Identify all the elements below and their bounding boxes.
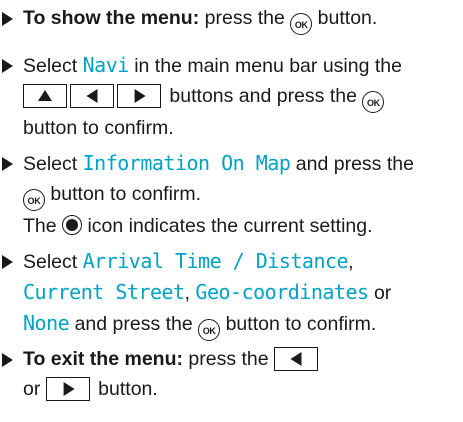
left-arrow-key-icon xyxy=(70,84,114,108)
step-text: Select Information On Map and press the … xyxy=(23,148,460,241)
bullet-icon xyxy=(2,255,13,269)
step-text-part: , xyxy=(348,251,354,273)
step-text-part: or xyxy=(23,378,46,400)
step-heading: To show the menu: xyxy=(23,7,200,29)
step-text-part: Select xyxy=(23,251,83,273)
ok-button-icon: OK xyxy=(290,13,313,35)
step-text-part: Select xyxy=(23,55,83,77)
step-show-menu: To show the menu: press the OK button. xyxy=(0,3,460,35)
menu-item-information-on-map: Information On Map xyxy=(82,151,291,175)
step-text-part: Select xyxy=(23,153,83,175)
option-arrival-time-distance: Arrival Time / Distance xyxy=(82,249,349,273)
step-text: To exit the menu: press the or button. xyxy=(23,344,460,404)
menu-item-navi: Navi xyxy=(82,53,130,77)
step-exit-menu: To exit the menu: press the or button. xyxy=(0,344,460,404)
bullet-icon xyxy=(2,157,13,171)
option-geo-coordinates: Geo-coordinates xyxy=(195,280,369,304)
bullet-icon xyxy=(2,353,13,367)
step-text-part: button to confirm. xyxy=(45,183,202,205)
selected-radio-icon xyxy=(62,215,83,235)
step-text: Select Arrival Time / Distance, Current … xyxy=(23,246,460,341)
step-text-part: press the xyxy=(182,348,275,370)
ok-button-icon: OK xyxy=(362,91,385,113)
bullet-icon xyxy=(2,59,13,73)
step-text-part: icon indicates the current setting. xyxy=(82,215,373,237)
step-heading: To exit the menu: xyxy=(23,348,183,370)
step-text-part: press the xyxy=(199,7,291,29)
step-text-part: and press the xyxy=(290,153,414,175)
instructions-page: To show the menu: press the OK button. S… xyxy=(0,0,463,422)
step-text-part: and press the xyxy=(69,313,199,335)
step-text-part: buttons and press the xyxy=(164,85,363,107)
arrow-buttons xyxy=(274,347,321,371)
bullet-icon xyxy=(2,12,13,26)
up-arrow-key-icon xyxy=(23,84,67,108)
arrow-buttons xyxy=(45,377,93,401)
step-select-option: Select Arrival Time / Distance, Current … xyxy=(0,246,460,341)
step-text-part: button. xyxy=(92,378,158,400)
step-text: Select Navi in the main menu bar using t… xyxy=(23,50,460,143)
right-arrow-key-icon xyxy=(117,84,161,108)
option-current-street: Current Street xyxy=(23,280,185,304)
ok-button-icon: OK xyxy=(198,319,221,341)
step-select-navi: Select Navi in the main menu bar using t… xyxy=(0,50,460,143)
right-arrow-key-icon xyxy=(45,377,90,401)
step-text: To show the menu: press the OK button. xyxy=(23,3,460,35)
step-text-part: button. xyxy=(312,7,378,29)
ok-button-icon: OK xyxy=(23,189,45,211)
step-text-part: , xyxy=(184,282,196,304)
left-arrow-key-icon xyxy=(274,347,319,371)
step-information-on-map: Select Information On Map and press the … xyxy=(0,148,460,241)
step-text-part: The xyxy=(23,215,63,237)
step-text-part: button to confirm. xyxy=(23,117,174,139)
step-text-part: or xyxy=(368,282,392,304)
arrow-buttons xyxy=(23,84,164,108)
step-text-part: in the main menu bar using the xyxy=(128,55,402,77)
step-text-part: button to confirm. xyxy=(220,313,377,335)
option-none: None xyxy=(23,311,70,335)
